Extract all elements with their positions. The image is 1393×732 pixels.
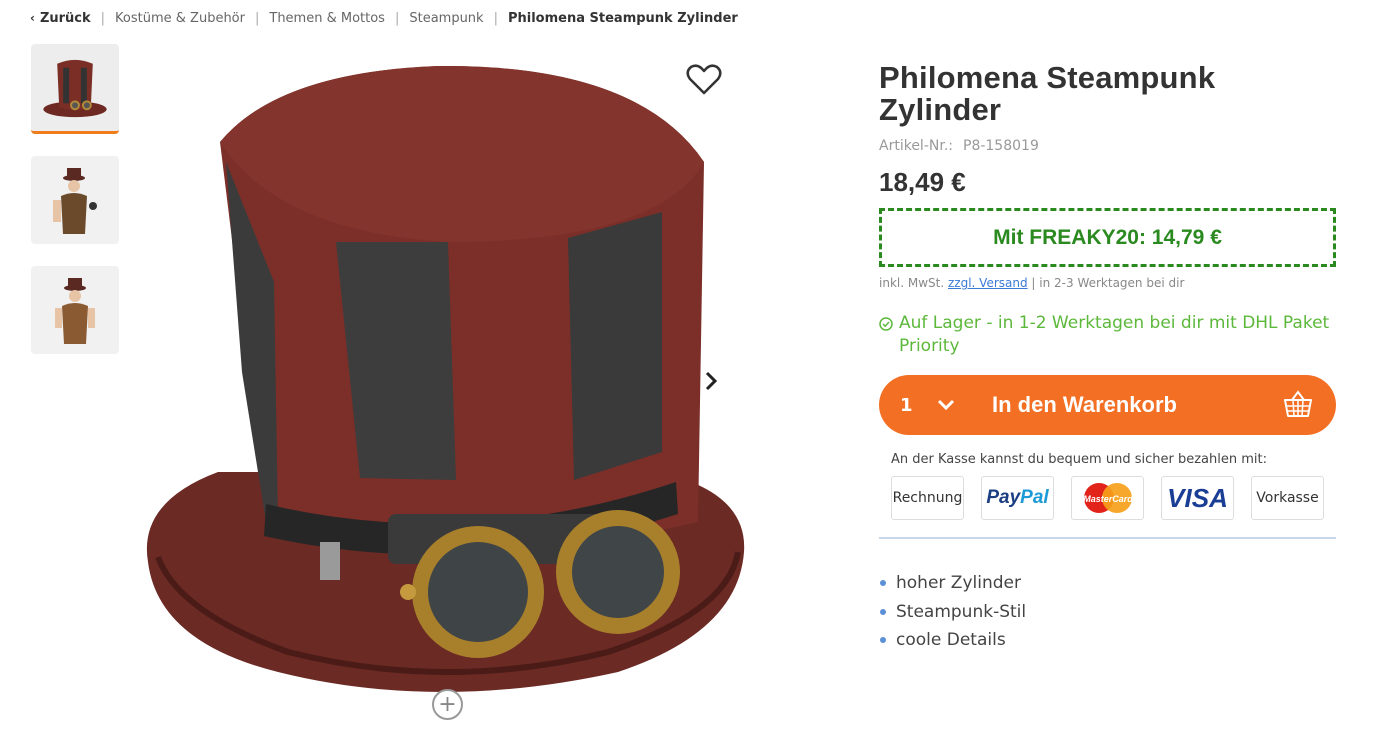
payment-note: An der Kasse kannst du bequem und sicher… <box>891 452 1267 467</box>
basket-icon <box>1284 390 1312 417</box>
breadcrumb: ‹ Zurück | Kostüme & Zubehör | Themen & … <box>30 9 738 27</box>
add-to-cart-button[interactable]: 1 In den Warenkorb <box>879 375 1336 435</box>
feature-item: Steampunk-Stil <box>879 598 1336 627</box>
divider <box>879 537 1336 539</box>
mastercard-logo: MasterCard <box>1083 483 1133 513</box>
breadcrumb-item-steampunk[interactable]: Steampunk <box>409 11 483 26</box>
chevron-right-icon <box>705 371 718 391</box>
stock-status: Auf Lager - in 1-2 Werktagen bei dir mit… <box>879 312 1336 358</box>
breadcrumb-item-themen[interactable]: Themen & Mottos <box>269 11 385 26</box>
price: 18,49 € <box>879 167 966 197</box>
payment-vorkasse: Vorkasse <box>1251 476 1324 520</box>
thumbnail-hat[interactable] <box>31 44 119 134</box>
feature-text: Steampunk-Stil <box>896 601 1027 622</box>
next-image-button[interactable] <box>696 366 726 396</box>
cart-label: In den Warenkorb <box>992 392 1177 417</box>
thumbnail-model-2[interactable] <box>31 266 119 354</box>
stock-text: Auf Lager - in 1-2 Werktagen bei dir mit… <box>899 313 1330 356</box>
tax-info: inkl. MwSt. zzgl. Versand | in 2-3 Werkt… <box>879 276 1336 290</box>
bullet-icon <box>880 580 886 587</box>
tax-suffix: | in 2-3 Werktagen bei dir <box>1031 276 1185 290</box>
quantity-value[interactable]: 1 <box>900 395 930 416</box>
back-link[interactable]: ‹ Zurück <box>30 11 91 26</box>
product-main-image[interactable] <box>138 52 754 717</box>
chevron-down-icon[interactable] <box>936 398 956 412</box>
top-hat-image <box>146 65 745 692</box>
thumbnail-model-1[interactable] <box>31 156 119 244</box>
zoom-plus-icon: + <box>438 691 457 717</box>
thumbnail-list <box>31 44 119 376</box>
model-thumbnail-image <box>55 278 95 344</box>
payment-methods: Rechnung Pay Pal MasterCard VISA Vorkasse <box>891 476 1336 520</box>
back-label: Zurück <box>39 10 91 26</box>
tax-prefix: inkl. MwSt. <box>879 276 945 290</box>
model-thumbnail-image <box>53 168 97 234</box>
mastercard-text: MasterCard <box>1083 494 1133 504</box>
wishlist-button[interactable] <box>686 64 722 96</box>
breadcrumb-separator: | <box>394 10 400 26</box>
hat-thumbnail-image <box>43 59 107 118</box>
shipping-link[interactable]: zzgl. Versand <box>948 276 1028 290</box>
payment-rechnung: Rechnung <box>891 476 964 520</box>
product-info: Philomena Steampunk Zylinder Artikel-Nr.… <box>879 62 1336 655</box>
coupon-box: Mit FREAKY20: 14,79 € <box>879 208 1336 267</box>
breadcrumb-separator: | <box>493 10 498 26</box>
payment-mastercard: MasterCard <box>1071 476 1144 520</box>
check-circle-icon <box>879 317 893 331</box>
product-title: Philomena Steampunk Zylinder <box>879 60 1216 127</box>
heart-icon <box>686 64 722 95</box>
zoom-button[interactable]: + <box>432 689 463 720</box>
breadcrumb-current: Philomena Steampunk Zylinder <box>507 10 738 26</box>
bullet-icon <box>880 637 886 644</box>
paypal-logo-part1: Pay <box>986 487 1021 508</box>
paypal-logo-part2: Pal <box>1020 487 1049 508</box>
feature-list: hoher Zylinder Steampunk-Stil coole Deta… <box>879 569 1336 655</box>
article-value: P8-158019 <box>963 138 1039 154</box>
breadcrumb-separator: | <box>100 10 106 26</box>
feature-item: coole Details <box>879 626 1336 655</box>
feature-text: hoher Zylinder <box>896 573 1021 593</box>
article-label: Artikel-Nr.: <box>879 138 953 154</box>
breadcrumb-item-kostueme[interactable]: Kostüme & Zubehör <box>115 11 245 26</box>
chevron-left-icon: ‹ <box>30 11 35 25</box>
feature-text: coole Details <box>896 630 1006 650</box>
article-number: Artikel-Nr.: P8-158019 <box>879 138 1336 154</box>
payment-paypal: Pay Pal <box>981 476 1054 520</box>
bullet-icon <box>880 608 886 615</box>
feature-item: hoher Zylinder <box>879 569 1336 598</box>
breadcrumb-separator: | <box>254 10 260 26</box>
payment-visa: VISA <box>1161 476 1234 520</box>
